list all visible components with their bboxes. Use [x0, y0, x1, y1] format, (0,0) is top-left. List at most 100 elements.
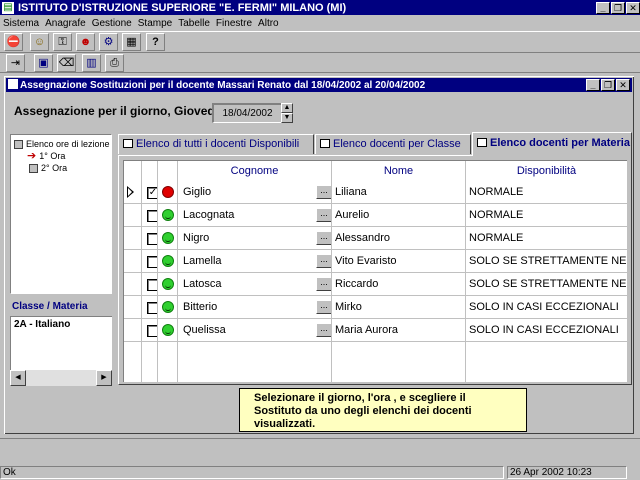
tab-by-subject[interactable]: Elenco docenti per Materia: [472, 132, 632, 156]
app-title-bar: ▤ ISTITUTO D'ISTRUZIONE SUPERIORE "E. FE…: [0, 0, 640, 15]
cognome-cell: Giglio...: [178, 181, 332, 204]
column-header-nome[interactable]: Nome: [332, 161, 466, 181]
select-checkbox[interactable]: ✓: [147, 187, 157, 199]
child-close-button[interactable]: ✕: [616, 79, 630, 91]
row-selector[interactable]: [124, 204, 142, 227]
cognome-text: Lamella: [183, 255, 222, 267]
class-icon: [320, 139, 330, 148]
tree-root[interactable]: Elenco ore di lezione: [14, 139, 110, 149]
select-checkbox[interactable]: [147, 210, 157, 222]
stop-icon[interactable]: ⛔: [4, 33, 23, 51]
disponibilita-cell: SOLO SE STRETTAMENTE NEC: [466, 250, 627, 273]
tab-all-available[interactable]: Elenco di tutti i docenti Disponibili: [118, 134, 314, 154]
menu-bar: Sistema Anagrafe Gestione Stampe Tabelle…: [0, 15, 640, 31]
table-row[interactable]: Quelissa... Maria Aurora SOLO IN CASI ECCE…: [124, 319, 627, 342]
menu-stampe[interactable]: Stampe: [135, 18, 175, 29]
menu-tabelle[interactable]: Tabelle: [175, 18, 213, 29]
date-spinner[interactable]: ▲ ▼: [281, 103, 293, 123]
nome-cell: Vito Evaristo: [332, 250, 466, 273]
tab-label: Elenco docenti per Classe: [333, 138, 461, 150]
table-row[interactable]: Lamella... Vito Evaristo SOLO SE STRETTAME…: [124, 250, 627, 273]
scroll-left-icon[interactable]: ◀: [10, 370, 26, 386]
cognome-cell: Lacognata...: [178, 204, 332, 227]
table-row[interactable]: Bitterio... Mirko SOLO IN CASI ECCEZIONALI: [124, 296, 627, 319]
available-smiley-icon: [162, 255, 174, 267]
status-bar: Ok 26 Apr 2002 10:23: [0, 464, 640, 480]
menu-finestre[interactable]: Finestre: [213, 18, 255, 29]
select-cell[interactable]: [142, 319, 158, 342]
row-selector[interactable]: [124, 250, 142, 273]
tab-by-class[interactable]: Elenco docenti per Classe: [315, 134, 471, 154]
select-cell[interactable]: ✓: [142, 181, 158, 204]
save-icon[interactable]: ▣: [34, 54, 53, 72]
select-checkbox[interactable]: [147, 302, 157, 314]
select-checkbox[interactable]: [147, 256, 157, 268]
select-cell[interactable]: [142, 250, 158, 273]
available-smiley-icon: [162, 209, 174, 221]
disponibilita-cell: NORMALE: [466, 227, 627, 250]
table-row[interactable]: Latosca... Riccardo SOLO SE STRETTAMENTE N…: [124, 273, 627, 296]
class-list-scrollbar[interactable]: ◀ ▶: [10, 370, 112, 386]
column-header-cognome[interactable]: Cognome: [178, 161, 332, 181]
select-checkbox[interactable]: [147, 279, 157, 291]
exit-icon[interactable]: ⇥: [6, 54, 25, 72]
book-icon: [477, 138, 487, 147]
tree-item-hour-1[interactable]: ➔ 1° Ora: [27, 150, 66, 161]
menu-anagrafe[interactable]: Anagrafe: [42, 18, 89, 29]
menu-altro[interactable]: Altro: [255, 18, 282, 29]
hint-box: Selezionare il giorno, l'ora , e sceglie…: [239, 388, 527, 432]
scroll-right-icon[interactable]: ▶: [96, 370, 112, 386]
available-smiley-icon: [162, 324, 174, 336]
table-row[interactable]: Nigro... Alessandro NORMALE: [124, 227, 627, 250]
details-button[interactable]: ...: [316, 185, 331, 199]
date-field[interactable]: 18/04/2002: [212, 103, 282, 123]
row-selector[interactable]: [124, 296, 142, 319]
nome-cell: Liliana: [332, 181, 466, 204]
menu-sistema[interactable]: Sistema: [0, 18, 42, 29]
print-icon[interactable]: ⎙: [105, 54, 124, 72]
grid-icon[interactable]: ▦: [122, 33, 141, 51]
details-button[interactable]: ...: [316, 254, 331, 268]
tree-item-label: 1° Ora: [39, 151, 66, 161]
details-button[interactable]: ...: [316, 231, 331, 245]
row-selector[interactable]: [124, 273, 142, 296]
menu-gestione[interactable]: Gestione: [89, 18, 135, 29]
select-cell[interactable]: [142, 204, 158, 227]
hour-icon: [29, 163, 38, 173]
spin-down-icon[interactable]: ▼: [281, 113, 293, 123]
select-cell[interactable]: [142, 227, 158, 250]
minimize-button[interactable]: _: [596, 1, 610, 14]
maximize-button[interactable]: ❐: [611, 1, 625, 14]
spin-up-icon[interactable]: ▲: [281, 103, 293, 113]
select-cell[interactable]: [142, 296, 158, 319]
status-cell: [158, 319, 178, 342]
details-button[interactable]: ...: [316, 277, 331, 291]
people-icon[interactable]: ☺: [30, 33, 49, 51]
person-icon[interactable]: ☻: [76, 33, 95, 51]
help-icon[interactable]: ?: [146, 33, 165, 51]
details-button[interactable]: ...: [316, 323, 331, 337]
scroll-track[interactable]: [26, 370, 96, 386]
child-maximize-button[interactable]: ❐: [601, 79, 615, 91]
table-row[interactable]: Lacognata... Aurelio NORMALE: [124, 204, 627, 227]
row-selector[interactable]: [124, 181, 142, 204]
select-checkbox[interactable]: [147, 325, 157, 337]
child-minimize-button[interactable]: _: [586, 79, 600, 91]
tool-icon[interactable]: ⚙: [99, 33, 118, 51]
tree-item-hour-2[interactable]: 2° Ora: [29, 163, 67, 173]
details-button[interactable]: ...: [316, 208, 331, 222]
class-item[interactable]: 2A - Italiano: [11, 317, 112, 332]
details-button[interactable]: ...: [316, 300, 331, 314]
child-title-bar: Assegnazione Sostituzioni per il docente…: [6, 78, 632, 92]
table-row[interactable]: ✓ Giglio... Liliana NORMALE: [124, 181, 627, 204]
select-checkbox[interactable]: [147, 233, 157, 245]
list-icon: [123, 139, 133, 148]
column-header-disponibilita[interactable]: Disponibilità: [466, 161, 627, 181]
chart-icon[interactable]: ▥: [82, 54, 101, 72]
row-selector[interactable]: [124, 227, 142, 250]
close-button[interactable]: ✕: [626, 1, 640, 14]
delete-icon[interactable]: ⌫: [57, 54, 76, 72]
key-icon[interactable]: ⚿: [53, 33, 72, 51]
row-selector[interactable]: [124, 319, 142, 342]
select-cell[interactable]: [142, 273, 158, 296]
